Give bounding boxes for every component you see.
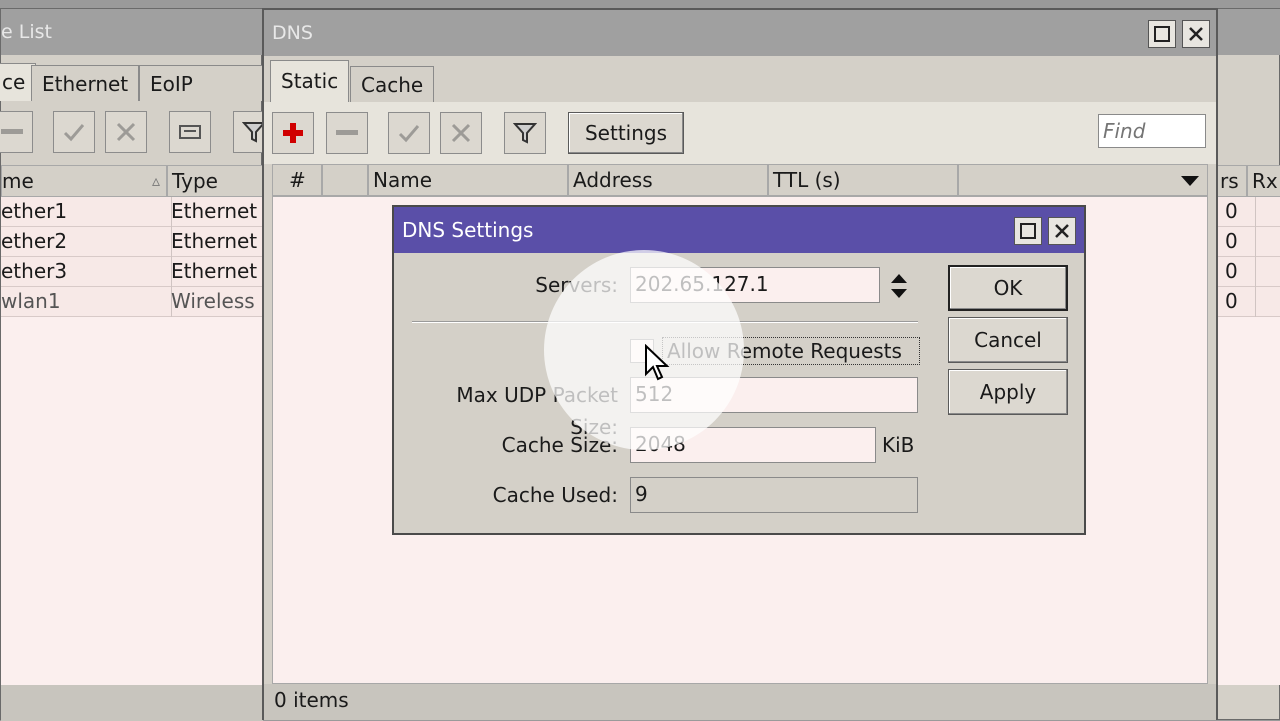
- table-row[interactable]: ether3 Ethernet: [0, 257, 268, 287]
- apply-button[interactable]: Apply: [948, 369, 1068, 415]
- cache-size-label: Cache Size:: [501, 433, 618, 457]
- cell-name: ether3: [0, 257, 172, 287]
- dialog-maximize-button[interactable]: [1014, 217, 1042, 245]
- dialog-close-button[interactable]: [1048, 217, 1076, 245]
- right-window-title: [1217, 9, 1280, 55]
- sort-up-icon: ▵: [151, 171, 160, 190]
- interface-status-bar: [1, 685, 263, 721]
- column-flag-header[interactable]: [322, 164, 368, 196]
- dns-window-titlebar: DNS: [264, 10, 1216, 56]
- tab-static[interactable]: Static: [270, 60, 350, 102]
- check-icon: [398, 125, 420, 143]
- dns-settings-dialog: DNS Settings Servers: 202.65.127.1 Allow…: [392, 205, 1086, 535]
- disable-button[interactable]: [105, 111, 147, 153]
- servers-updown-button[interactable]: [888, 271, 910, 301]
- servers-label: Servers:: [535, 273, 618, 297]
- cell-name: ether1: [0, 197, 172, 227]
- cache-size-unit: KiB: [882, 433, 915, 457]
- separator: [412, 321, 918, 323]
- allow-remote-label[interactable]: Allow Remote Requests: [662, 337, 920, 365]
- cell-type: Ethernet: [167, 197, 268, 227]
- list-item[interactable]: 0: [1217, 287, 1280, 317]
- comment-icon: [179, 125, 201, 139]
- interface-list-window: e List ce Ethernet EoIP Tunne me ▵ Type …: [0, 8, 275, 721]
- x-icon: [116, 122, 136, 142]
- column-name-label: me: [2, 169, 34, 193]
- settings-button[interactable]: Settings: [568, 112, 684, 154]
- tab-eoip-tunnel[interactable]: EoIP Tunne: [139, 65, 269, 101]
- cell-value: 0: [1217, 197, 1256, 227]
- cache-used-field: 9: [630, 477, 918, 513]
- dialog-titlebar: DNS Settings: [394, 207, 1084, 253]
- close-icon: [1055, 224, 1069, 238]
- dns-window-title: DNS: [272, 22, 313, 44]
- enable-button[interactable]: [388, 112, 430, 154]
- plus-icon: [283, 123, 303, 143]
- table-row[interactable]: ether1 Ethernet: [0, 197, 268, 227]
- table-row[interactable]: ether2 Ethernet: [0, 227, 268, 257]
- disable-button[interactable]: [440, 112, 482, 154]
- column-name-header[interactable]: Name: [368, 164, 568, 196]
- minus-icon: [1, 129, 23, 134]
- cell-name: wlan1: [0, 287, 172, 317]
- close-button[interactable]: [1182, 20, 1210, 48]
- status-bar: 0 items: [264, 684, 1216, 720]
- maximize-icon: [1154, 26, 1170, 42]
- enable-button[interactable]: [53, 111, 95, 153]
- column-type-header[interactable]: Type: [167, 165, 263, 197]
- max-udp-input[interactable]: 512: [630, 377, 918, 413]
- status-items: 0 items: [274, 688, 349, 712]
- maximize-button[interactable]: [1148, 20, 1176, 48]
- cell-value: 0: [1217, 227, 1256, 257]
- filter-button[interactable]: [504, 112, 546, 154]
- list-item[interactable]: 0: [1217, 227, 1280, 257]
- column-rs-header[interactable]: rs: [1217, 165, 1247, 197]
- remove-button[interactable]: [326, 112, 368, 154]
- column-chooser-button[interactable]: [1176, 170, 1204, 192]
- interface-list-title: e List: [1, 9, 263, 55]
- comment-button[interactable]: [169, 111, 211, 153]
- column-name-header[interactable]: me ▵: [1, 165, 167, 197]
- column-ttl-header[interactable]: TTL (s): [768, 164, 958, 196]
- close-icon: [1189, 27, 1203, 41]
- up-down-arrow-icon: [891, 274, 907, 298]
- servers-input[interactable]: 202.65.127.1: [630, 267, 880, 303]
- tab-ethernet[interactable]: Ethernet: [31, 65, 140, 101]
- cell-name: ether2: [0, 227, 172, 257]
- cell-type: Ethernet: [167, 227, 268, 257]
- add-button[interactable]: [272, 112, 314, 154]
- column-filler-header: [958, 164, 1208, 196]
- maximize-icon: [1020, 223, 1036, 239]
- column-number-header[interactable]: #: [272, 164, 322, 196]
- list-item[interactable]: 0: [1217, 197, 1280, 227]
- tab-cache[interactable]: Cache: [350, 66, 435, 102]
- cell-type: Ethernet: [167, 257, 268, 287]
- allow-remote-checkbox[interactable]: [630, 339, 654, 363]
- x-icon: [451, 123, 471, 143]
- table-row[interactable]: wlan1 Wireless (: [0, 287, 268, 317]
- right-window: rs Rx 0 0 0 0: [1216, 8, 1280, 720]
- cell-value: 0: [1217, 287, 1256, 317]
- right-list: 0 0 0 0: [1217, 197, 1280, 685]
- interface-list: ether1 Ethernet ether2 Ethernet ether3 E…: [0, 197, 268, 685]
- column-address-header[interactable]: Address: [568, 164, 768, 196]
- minus-icon: [336, 130, 358, 135]
- find-input[interactable]: [1098, 114, 1206, 148]
- cache-size-input[interactable]: 2048: [630, 427, 876, 463]
- column-rx-header[interactable]: Rx: [1247, 165, 1280, 197]
- list-item[interactable]: 0: [1217, 257, 1280, 287]
- cache-used-label: Cache Used:: [492, 483, 618, 507]
- dropdown-arrow-icon: [1181, 176, 1199, 186]
- remove-button[interactable]: [0, 111, 33, 153]
- dialog-title: DNS Settings: [402, 218, 534, 242]
- check-icon: [63, 124, 85, 142]
- cell-type: Wireless (: [167, 287, 268, 317]
- ok-button[interactable]: OK: [948, 265, 1068, 311]
- cell-value: 0: [1217, 257, 1256, 287]
- filter-icon: [513, 123, 537, 144]
- cancel-button[interactable]: Cancel: [948, 317, 1068, 363]
